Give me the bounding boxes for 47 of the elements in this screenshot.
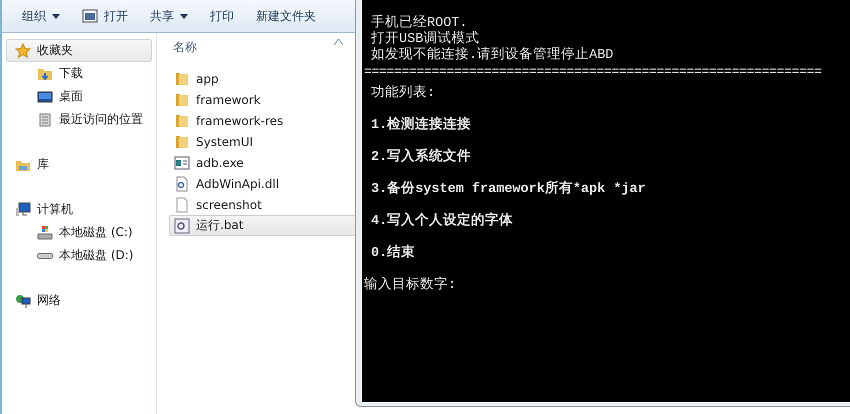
separator-line: ============================================================= xyxy=(364,64,823,80)
file-item[interactable]: framework-res xyxy=(169,110,359,131)
folder-icon xyxy=(174,70,190,86)
toolbar-button[interactable]: 组织 xyxy=(14,4,68,28)
file-item[interactable]: screenshot xyxy=(169,194,359,215)
menu-option: 1.检测连接连接 xyxy=(371,118,472,133)
folder-icon xyxy=(174,134,190,150)
folder-icon xyxy=(174,112,190,128)
column-header[interactable]: 名称 xyxy=(173,39,197,56)
console-text: 功能列表: xyxy=(371,86,436,101)
document-icon xyxy=(174,196,190,212)
file-item[interactable]: framework xyxy=(169,89,359,110)
sidebar-item[interactable]: 收藏夹 xyxy=(6,39,152,62)
desktop-icon xyxy=(37,88,53,104)
menu-option: 0.结束 xyxy=(371,246,416,261)
file-item[interactable]: SystemUI xyxy=(169,131,359,152)
input-prompt: 输入目标数字: xyxy=(364,278,456,293)
console-text: 打开USB调试模式 xyxy=(370,32,480,47)
menu-option: 3.备份system framework所有*apk *jar xyxy=(371,182,646,197)
console-text: 如发现不能连接.请到设备管理停止ABD xyxy=(370,48,614,64)
sidebar-item[interactable]: 库 xyxy=(6,153,152,176)
caret-icon xyxy=(52,14,60,18)
window-icon xyxy=(82,8,98,24)
toolbar-button[interactable]: 共享 xyxy=(142,4,196,28)
recent-places-icon xyxy=(37,112,53,128)
sidebar-item[interactable]: 最近访问的位置 xyxy=(6,108,152,131)
star-icon xyxy=(15,42,31,58)
sidebar-item[interactable]: 计算机 xyxy=(6,198,152,221)
sidebar-item[interactable]: 本地磁盘 (C:) xyxy=(6,221,152,244)
folder-icon xyxy=(174,92,190,108)
network-icon xyxy=(15,292,31,308)
console-text: 手机已经ROOT. xyxy=(370,16,469,31)
toolbar-button[interactable]: 打开 xyxy=(74,4,136,28)
toolbar-button[interactable]: 打印 xyxy=(202,4,242,28)
sidebar-item[interactable]: 下载 xyxy=(6,62,152,85)
drive-icon xyxy=(37,252,53,258)
program-icon xyxy=(174,154,190,170)
sidebar-item[interactable]: 本地磁盘 (D:) xyxy=(6,244,152,267)
file-item[interactable]: app xyxy=(169,68,359,89)
caret-icon xyxy=(180,14,188,18)
sidebar-item[interactable]: 网络 xyxy=(6,289,152,312)
computer-icon xyxy=(15,202,31,218)
toolbar-button[interactable]: 新建文件夹 xyxy=(248,4,324,28)
drive-icon xyxy=(37,224,53,240)
menu-option: 2.写入系统文件 xyxy=(371,150,472,165)
menu-option: 4.写入个人设定的字体 xyxy=(371,214,514,229)
sidebar-item[interactable]: 桌面 xyxy=(6,85,152,108)
